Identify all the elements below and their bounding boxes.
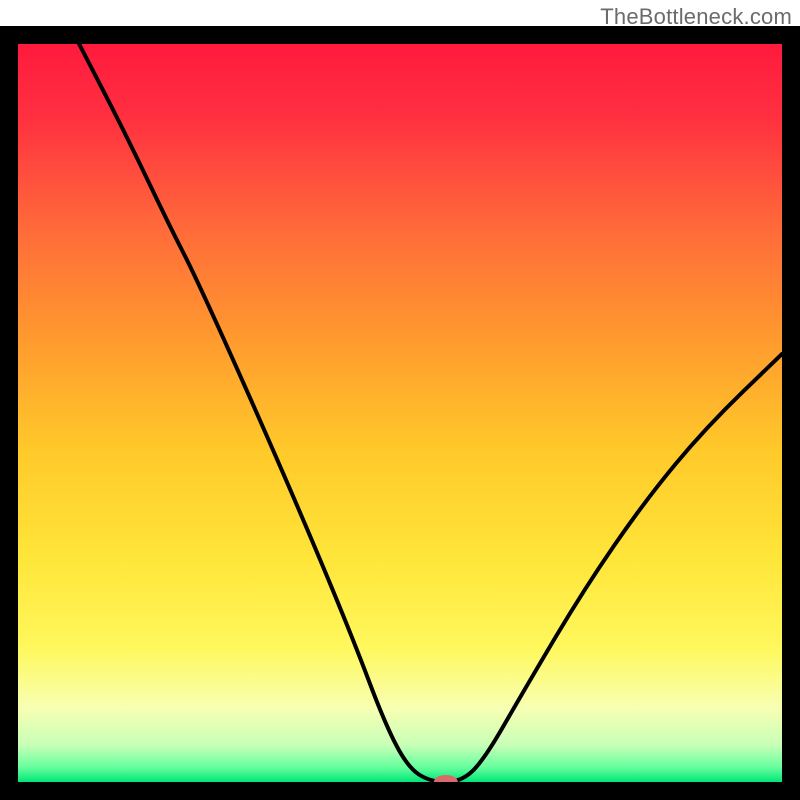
watermark-text: TheBottleneck.com (600, 4, 792, 30)
chart-frame: TheBottleneck.com (0, 0, 800, 800)
plot-border (0, 26, 800, 800)
